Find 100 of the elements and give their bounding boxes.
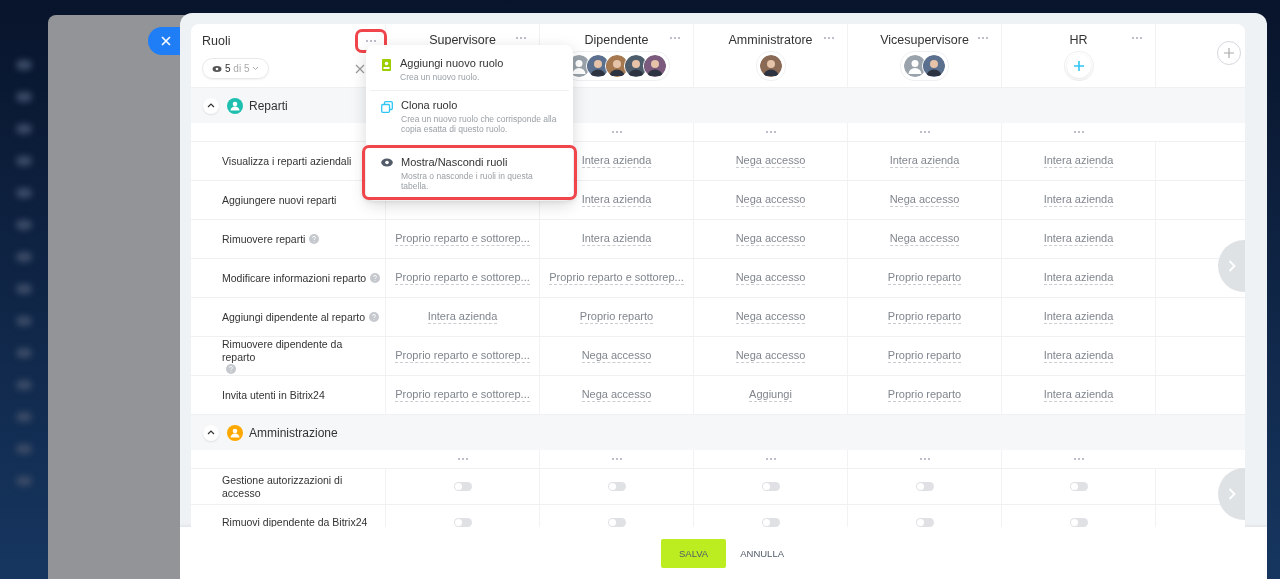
section-title: Reparti [249, 98, 288, 113]
access-dropdown[interactable]: Proprio reparto [887, 388, 962, 402]
caret-icon [252, 66, 260, 71]
access-dropdown[interactable]: Intera azienda [1043, 232, 1114, 246]
access-dropdown[interactable]: Nega accesso [735, 310, 806, 324]
more-icon [764, 457, 777, 461]
more-icon [1073, 130, 1085, 134]
permission-label: Rimuovere dipendente da reparto [222, 338, 344, 364]
permission-label: Modificare informazioni reparto [222, 271, 367, 285]
toggle-switch[interactable] [1069, 518, 1088, 527]
clear-icon[interactable] [355, 63, 365, 74]
menu-item[interactable]: Mostra/Nascondi ruoli Mostra o nasconde i ruoli in questa tabella. [365, 148, 574, 197]
access-dropdown[interactable]: Intera azienda [1043, 193, 1114, 207]
more-icon [764, 130, 777, 134]
copy-icon [381, 101, 393, 113]
help-icon[interactable] [370, 273, 381, 283]
chevron-icon [1227, 488, 1236, 500]
access-dropdown[interactable]: Nega accesso [889, 193, 960, 207]
toggle-switch[interactable] [1069, 482, 1088, 491]
access-dropdown[interactable]: Intera azienda [581, 193, 652, 207]
toggle-switch[interactable] [607, 482, 626, 491]
access-dropdown[interactable]: Nega accesso [735, 154, 806, 168]
access-dropdown[interactable]: Intera azienda [1043, 310, 1114, 324]
access-dropdown[interactable]: Proprio reparto e sottorep... [395, 349, 530, 363]
access-dropdown[interactable]: Proprio reparto [887, 349, 962, 363]
scroll-right-button[interactable] [1218, 468, 1245, 520]
section-header[interactable]: Amministrazione [191, 415, 1245, 450]
access-dropdown[interactable]: Nega accesso [735, 193, 806, 207]
access-dropdown[interactable]: Proprio reparto e sottorep... [395, 232, 530, 246]
more-icon [1131, 36, 1143, 40]
close-icon [160, 35, 172, 47]
menu-item[interactable]: Aggiungi nuovo ruolo Crea un nuovo ruolo. [370, 49, 569, 91]
chevron-icon [1227, 260, 1236, 272]
column-title: Dipendente [584, 33, 649, 47]
access-dropdown[interactable]: Nega accesso [735, 349, 806, 363]
save-button[interactable]: SALVA [660, 538, 727, 568]
access-dropdown[interactable]: Intera azienda [1043, 388, 1114, 402]
more-icon [1073, 457, 1085, 461]
more-icon [610, 457, 623, 461]
toggle-switch[interactable] [915, 482, 934, 491]
collapse-button[interactable] [203, 424, 219, 441]
menu-item-description: Crea un nuovo ruolo. [400, 72, 481, 82]
plus-icon [1072, 60, 1085, 72]
access-dropdown[interactable]: Intera azienda [1043, 271, 1114, 285]
more-icon [918, 457, 931, 461]
collapse-button[interactable] [203, 97, 219, 114]
access-dropdown[interactable]: Nega accesso [735, 232, 806, 246]
more-icon [365, 39, 377, 43]
menu-item-description: Mostra o nasconde i ruoli in questa tabella. [401, 171, 534, 191]
access-dropdown[interactable]: Nega accesso [735, 271, 806, 285]
permission-label: Gestione autorizzazioni di accesso [222, 473, 344, 500]
plus-icon [1224, 48, 1234, 58]
access-dropdown[interactable]: Proprio reparto e sottorep... [549, 271, 684, 285]
access-dropdown[interactable]: Nega accesso [581, 388, 652, 402]
permission-label: Visualizza i reparti aziendali [222, 154, 352, 168]
avatar [642, 54, 667, 78]
access-dropdown[interactable]: Proprio reparto [579, 310, 654, 324]
column-title: Ruoli [202, 34, 231, 48]
access-dropdown[interactable]: Intera azienda [427, 310, 498, 324]
column-title: Vicesupervisore [880, 33, 969, 47]
toggle-switch[interactable] [453, 518, 472, 527]
cancel-button[interactable]: ANNULLA [738, 547, 787, 559]
avatar [758, 54, 783, 78]
access-dropdown[interactable]: Intera azienda [1043, 154, 1114, 168]
avatar-group[interactable] [900, 51, 949, 81]
access-dropdown[interactable]: Proprio reparto e sottorep... [395, 271, 530, 285]
access-dropdown[interactable]: Proprio reparto [887, 310, 962, 324]
eye-icon [381, 158, 393, 167]
more-icon [515, 36, 527, 40]
help-icon[interactable] [226, 364, 236, 374]
toggle-switch[interactable] [607, 518, 626, 527]
access-dropdown[interactable]: Nega accesso [889, 232, 960, 246]
scroll-right-button[interactable] [1218, 240, 1245, 292]
permission-label: Invita utenti in Bitrix24 [222, 388, 325, 402]
more-icon [669, 36, 681, 40]
toggle-switch[interactable] [453, 482, 472, 491]
eye-icon [212, 64, 222, 73]
access-dropdown[interactable]: Nega accesso [581, 349, 652, 363]
more-icon [823, 36, 835, 40]
toggle-switch[interactable] [915, 518, 934, 527]
access-dropdown[interactable]: Intera azienda [581, 154, 652, 168]
access-dropdown[interactable]: Aggiungi [749, 388, 792, 402]
column-title: Amministratore [728, 33, 813, 47]
help-icon[interactable] [309, 234, 320, 244]
avatar-group[interactable] [755, 51, 786, 81]
menu-item-title: Aggiungi nuovo ruolo [400, 57, 504, 69]
avatar [922, 54, 946, 78]
access-dropdown[interactable]: Intera azienda [581, 232, 652, 246]
toggle-switch[interactable] [761, 518, 780, 527]
chevron-icon [207, 103, 215, 108]
add-role-icon [381, 59, 392, 71]
help-icon[interactable] [369, 312, 380, 322]
access-dropdown[interactable]: Intera azienda [1043, 349, 1114, 363]
toggle-switch[interactable] [761, 482, 780, 491]
access-dropdown[interactable]: Intera azienda [889, 154, 960, 168]
more-icon [610, 130, 623, 134]
access-dropdown[interactable]: Proprio reparto [887, 271, 962, 285]
menu-item-title: Clona ruolo [401, 99, 459, 111]
access-dropdown[interactable]: Proprio reparto e sottorep... [395, 388, 530, 402]
more-icon [456, 457, 469, 461]
